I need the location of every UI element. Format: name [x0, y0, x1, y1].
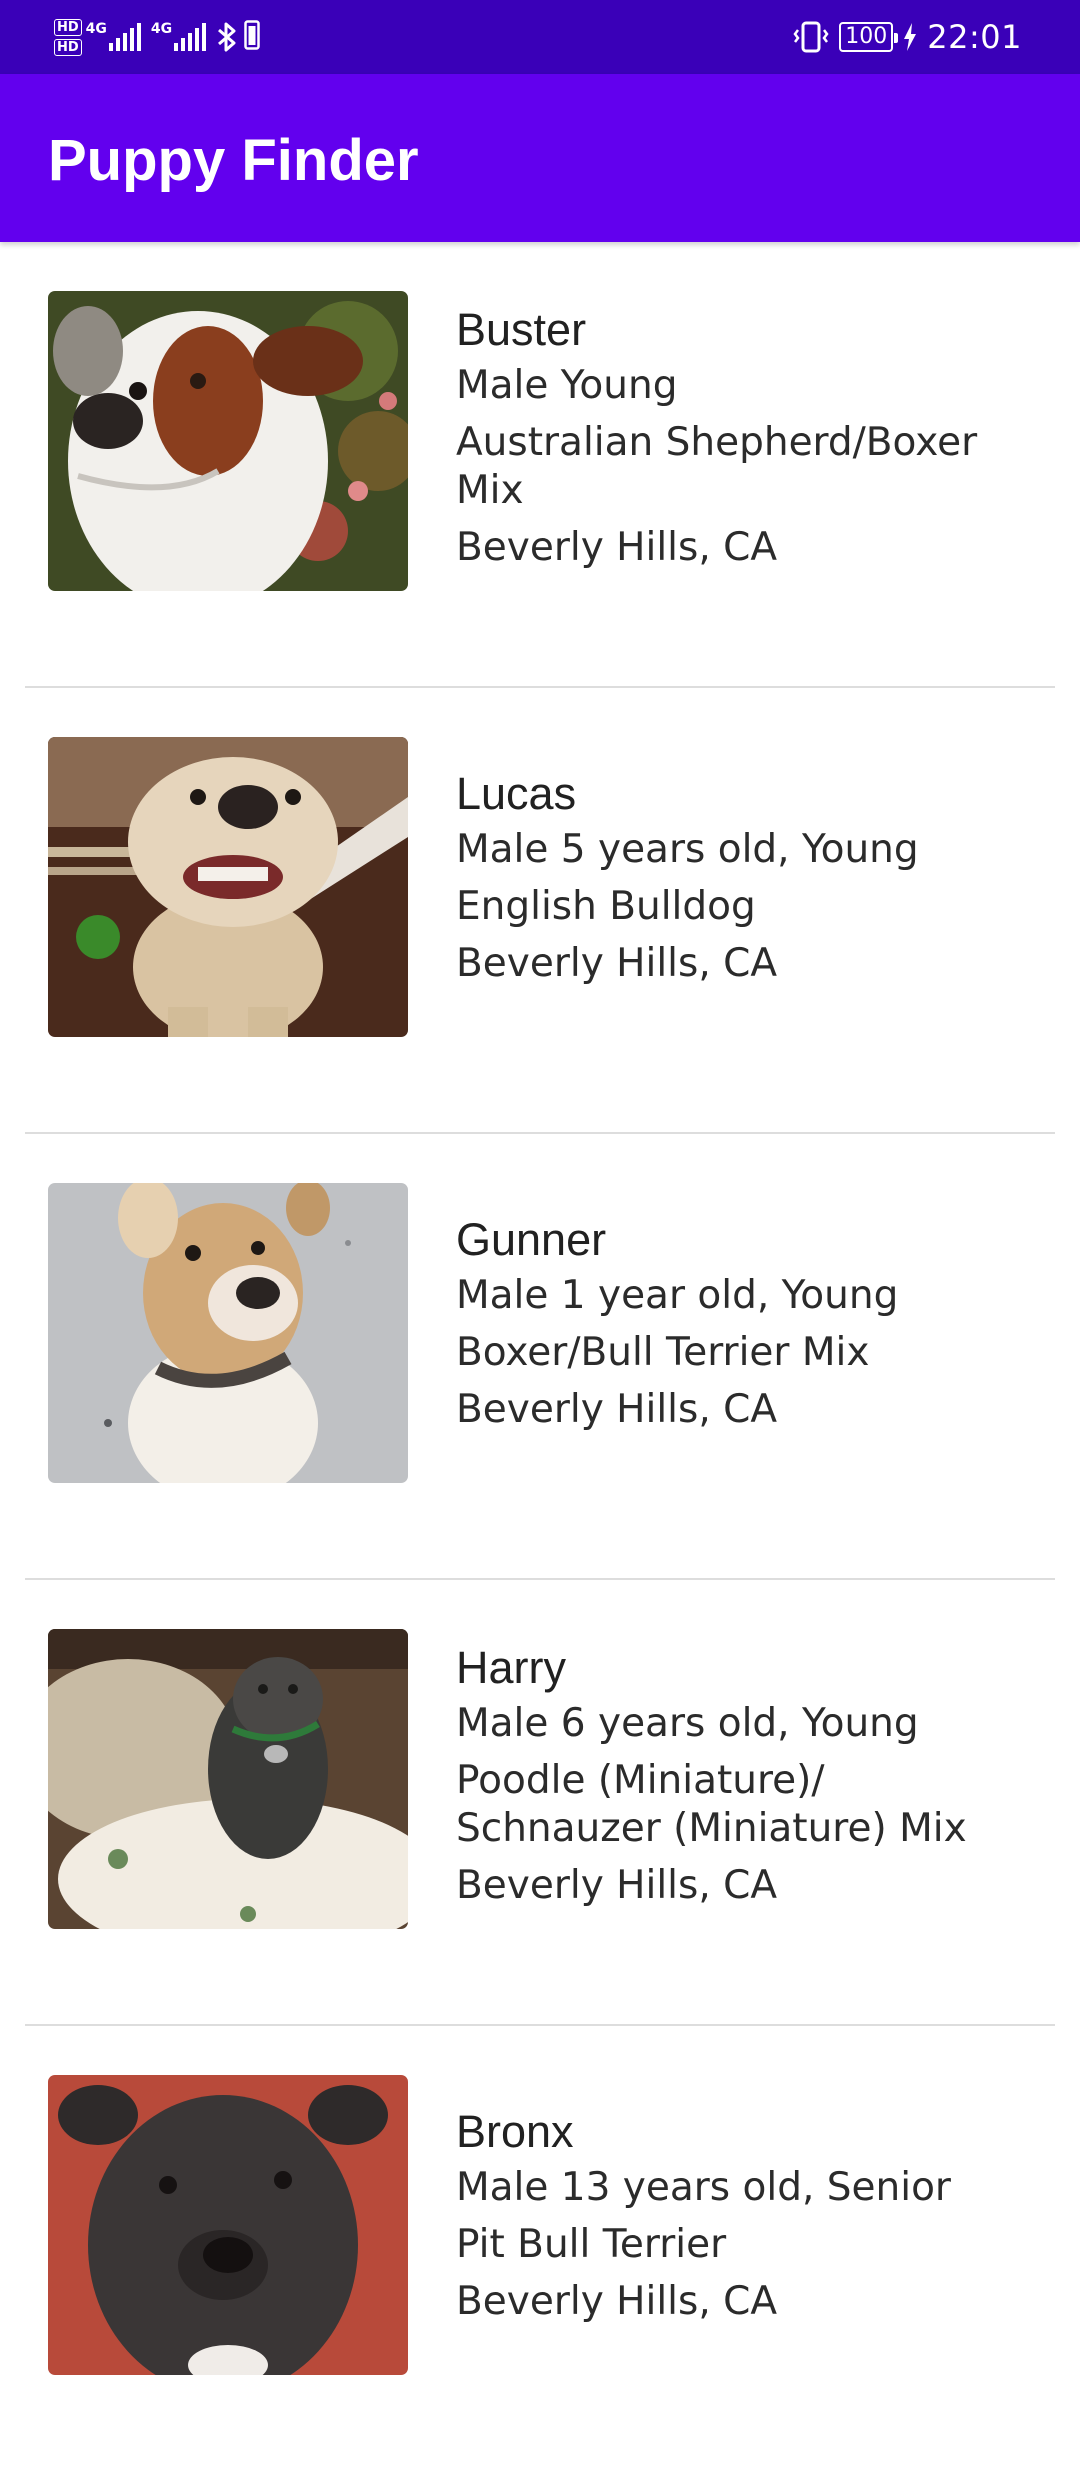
puppy-location: Beverly Hills, CA	[456, 941, 778, 986]
hd-badges: HD HD	[54, 18, 82, 56]
sim2-signal-icon: 4G	[150, 21, 207, 51]
battery-icon: 100	[839, 22, 899, 52]
puppy-breed: Poodle (Miniature)/ Schnauzer (Miniature…	[456, 1758, 967, 1851]
puppy-gender-age: Male 5 years old, Young	[456, 827, 919, 872]
puppy-name: Harry	[456, 1642, 566, 1693]
puppy-location: Beverly Hills, CA	[456, 525, 778, 570]
bluetooth-icon	[216, 21, 238, 53]
puppy-breed: Boxer/Bull Terrier Mix	[456, 1330, 870, 1375]
puppy-gender-age: Male 6 years old, Young	[456, 1701, 919, 1746]
vibrate-icon	[793, 21, 829, 53]
sim2-network-type: 4G	[150, 21, 173, 37]
puppy-info: Bronx Male 13 years old, Senior Pit Bull…	[456, 2106, 1032, 2335]
status-right-group: 100 22:01	[793, 14, 1022, 60]
puppy-location: Beverly Hills, CA	[456, 1387, 778, 1432]
status-left-group: HD HD 4G 4G	[54, 14, 260, 60]
app-title: Puppy Finder	[48, 128, 419, 193]
puppy-photo	[48, 1183, 408, 1483]
puppy-breed: Pit Bull Terrier	[456, 2222, 727, 2267]
puppy-list-item[interactable]: Lucas Male 5 years old, Young English Bu…	[0, 688, 1080, 1134]
puppy-photo	[48, 737, 408, 1037]
puppy-breed: English Bulldog	[456, 884, 756, 929]
puppy-gender-age: Male 1 year old, Young	[456, 1273, 899, 1318]
sim1-network-type: 4G	[85, 21, 107, 37]
puppy-info: Lucas Male 5 years old, Young English Bu…	[456, 768, 1032, 997]
puppy-name: Gunner	[456, 1214, 607, 1265]
puppy-list-item[interactable]: Gunner Male 1 year old, Young Boxer/Bull…	[0, 1134, 1080, 1580]
puppy-name: Lucas	[456, 768, 577, 819]
puppy-location: Beverly Hills, CA	[456, 1863, 778, 1908]
status-bar: HD HD 4G 4G 100 22:01	[0, 0, 1080, 74]
puppy-gender-age: Male Young	[456, 363, 678, 408]
puppy-photo	[48, 2075, 408, 2375]
puppy-info: Buster Male Young Australian Shepherd/Bo…	[456, 304, 1032, 581]
puppy-photo	[48, 1629, 408, 1929]
puppy-info: Gunner Male 1 year old, Young Boxer/Bull…	[456, 1214, 1032, 1443]
sim-card-icon	[244, 19, 260, 55]
hd-badge-1: HD	[54, 18, 82, 36]
sim1-signal-icon: 4G	[85, 21, 141, 51]
puppy-breed: Australian Shepherd/Boxer Mix	[456, 420, 978, 513]
puppy-info: Harry Male 6 years old, Young Poodle (Mi…	[456, 1642, 1032, 1919]
hd-badge-2: HD	[54, 38, 82, 56]
puppy-gender-age: Male 13 years old, Senior	[456, 2165, 951, 2210]
puppy-list-item[interactable]: Bronx Male 13 years old, Senior Pit Bull…	[0, 2026, 1080, 2472]
puppy-list-item[interactable]: Harry Male 6 years old, Young Poodle (Mi…	[0, 1580, 1080, 2026]
charging-icon	[903, 23, 917, 51]
puppy-location: Beverly Hills, CA	[456, 2279, 778, 2324]
app-bar: Puppy Finder	[0, 74, 1080, 242]
puppy-list-item[interactable]: Buster Male Young Australian Shepherd/Bo…	[0, 242, 1080, 688]
puppy-photo	[48, 291, 408, 591]
clock: 22:01	[927, 18, 1022, 56]
puppy-name: Bronx	[456, 2106, 574, 2157]
puppy-name: Buster	[456, 304, 587, 355]
